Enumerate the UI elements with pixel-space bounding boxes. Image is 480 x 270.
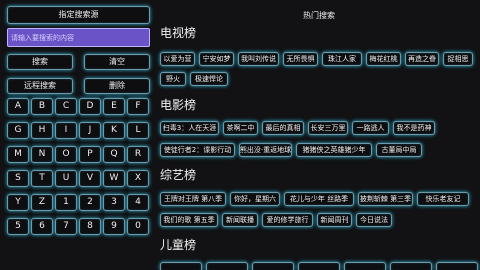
hot-search-tag[interactable]: 我们的歌 第五季 xyxy=(160,213,218,227)
key-8[interactable]: 8 xyxy=(79,218,101,235)
key-x[interactable]: X xyxy=(127,170,149,187)
key-e[interactable]: E xyxy=(103,98,125,115)
key-i[interactable]: I xyxy=(55,122,77,139)
hot-search-tag[interactable]: 一路逃人 xyxy=(352,121,389,135)
key-j[interactable]: J xyxy=(79,122,101,139)
category-title: 电视榜 xyxy=(160,26,197,40)
hot-search-tag[interactable]: 王牌对王牌 第八季 xyxy=(160,192,226,206)
hot-search-tag[interactable]: 捉相思 xyxy=(443,52,473,66)
key-d[interactable]: D xyxy=(79,98,101,115)
key-u[interactable]: U xyxy=(55,170,77,187)
hot-search-tag[interactable]: 我不是药神 xyxy=(393,121,435,135)
key-5[interactable]: 5 xyxy=(7,218,29,235)
key-k[interactable]: K xyxy=(103,122,125,139)
clear-button[interactable]: 清空 xyxy=(84,54,150,70)
hot-search-tag[interactable]: 猪猪侠之英雄猪少年 xyxy=(296,143,372,157)
hot-search-tag[interactable]: 新闻周刊 xyxy=(317,213,352,227)
hot-search-tag[interactable]: 扫毒3：人在天涯 xyxy=(160,121,219,135)
hot-search-tag[interactable]: 爱的修学旅行 xyxy=(262,213,313,227)
hot-search-tag[interactable]: 熊出没·重返地球 xyxy=(239,143,292,157)
key-m[interactable]: M xyxy=(7,146,29,163)
category-title: 电影榜 xyxy=(160,98,197,112)
hot-search-tag[interactable]: 珠江人家 xyxy=(322,52,362,66)
hot-search-tag[interactable]: 野火 xyxy=(160,72,186,86)
hot-search-tag[interactable]: 使徒行者2：谍影行动 xyxy=(160,143,235,157)
hot-search-tag-partial[interactable] xyxy=(160,262,202,270)
key-v[interactable]: V xyxy=(79,170,101,187)
key-2[interactable]: 2 xyxy=(79,194,101,211)
hot-search-tag[interactable]: 花儿与少年 丝路季 xyxy=(284,192,354,206)
hot-search-tag[interactable]: 披荆斩棘 第三季 xyxy=(358,192,413,206)
source-select-button[interactable]: 指定搜索源 xyxy=(7,6,150,24)
category-title: 综艺榜 xyxy=(160,168,197,182)
delete-button[interactable]: 删除 xyxy=(84,78,150,94)
hot-search-tag-partial[interactable] xyxy=(252,262,294,270)
hot-search-tag[interactable]: 宁安如梦 xyxy=(199,52,234,66)
key-w[interactable]: W xyxy=(103,170,125,187)
key-0[interactable]: 0 xyxy=(127,218,149,235)
search-button[interactable]: 搜索 xyxy=(7,54,73,70)
key-q[interactable]: Q xyxy=(103,146,125,163)
hot-search-tag-partial[interactable] xyxy=(390,262,432,270)
hot-search-tag[interactable]: 无所畏惧 xyxy=(283,52,318,66)
key-t[interactable]: T xyxy=(31,170,53,187)
hot-search-tag[interactable]: 你好，星期六 xyxy=(230,192,280,206)
key-n[interactable]: N xyxy=(31,146,53,163)
hot-search-tag[interactable]: 快乐老友记 xyxy=(417,192,469,206)
category-title: 儿童榜 xyxy=(160,238,197,252)
hot-search-tag[interactable]: 极速悍论 xyxy=(190,72,228,86)
search-input[interactable]: 请输入要搜索的内容 xyxy=(7,28,150,47)
hot-search-tag[interactable]: 我叫刘传说 xyxy=(238,52,279,66)
hot-search-tag[interactable]: 以爱为营 xyxy=(160,52,195,66)
hot-search-tag[interactable]: 古董局中局 xyxy=(376,143,422,157)
hot-search-tag[interactable]: 茶啊二中 xyxy=(223,121,258,135)
key-z[interactable]: Z xyxy=(31,194,53,211)
key-a[interactable]: A xyxy=(7,98,29,115)
key-f[interactable]: F xyxy=(127,98,149,115)
key-b[interactable]: B xyxy=(31,98,53,115)
remote-search-button[interactable]: 远程搜索 xyxy=(7,78,73,94)
key-1[interactable]: 1 xyxy=(55,194,77,211)
hot-search-tag[interactable]: 最后的真相 xyxy=(262,121,304,135)
key-s[interactable]: S xyxy=(7,170,29,187)
hot-search-tag-partial[interactable] xyxy=(206,262,248,270)
key-c[interactable]: C xyxy=(55,98,77,115)
hot-search-title: 热门搜索 xyxy=(303,10,335,20)
key-l[interactable]: L xyxy=(127,122,149,139)
key-o[interactable]: O xyxy=(55,146,77,163)
key-y[interactable]: Y xyxy=(7,194,29,211)
key-g[interactable]: G xyxy=(7,122,29,139)
key-h[interactable]: H xyxy=(31,122,53,139)
hot-search-panel: 热门搜索 电视榜以爱为营 宁安如梦 我叫刘传说 无所畏惧 珠江人家 梅花红桃 再造之眷 捉相思… xyxy=(158,0,480,270)
key-r[interactable]: R xyxy=(127,146,149,163)
hot-search-tag[interactable]: 梅花红桃 xyxy=(366,52,401,66)
key-p[interactable]: P xyxy=(79,146,101,163)
key-3[interactable]: 3 xyxy=(103,194,125,211)
key-9[interactable]: 9 xyxy=(103,218,125,235)
key-4[interactable]: 4 xyxy=(127,194,149,211)
hot-search-tag-partial[interactable] xyxy=(344,262,386,270)
key-6[interactable]: 6 xyxy=(31,218,53,235)
search-panel: 指定搜索源 请输入要搜索的内容 搜索 清空 远程搜索 删除 ABCDEF GHIJ… xyxy=(0,0,158,270)
hot-search-tag-partial[interactable] xyxy=(298,262,340,270)
hot-search-tag-partial[interactable] xyxy=(436,262,478,270)
key-7[interactable]: 7 xyxy=(55,218,77,235)
hot-search-tag[interactable]: 再造之眷 xyxy=(405,52,439,66)
hot-search-tag[interactable]: 新闻联播 xyxy=(222,213,258,227)
hot-search-tag[interactable]: 长安三万里 xyxy=(308,121,348,135)
hot-search-tag[interactable]: 今日说法 xyxy=(356,213,392,227)
